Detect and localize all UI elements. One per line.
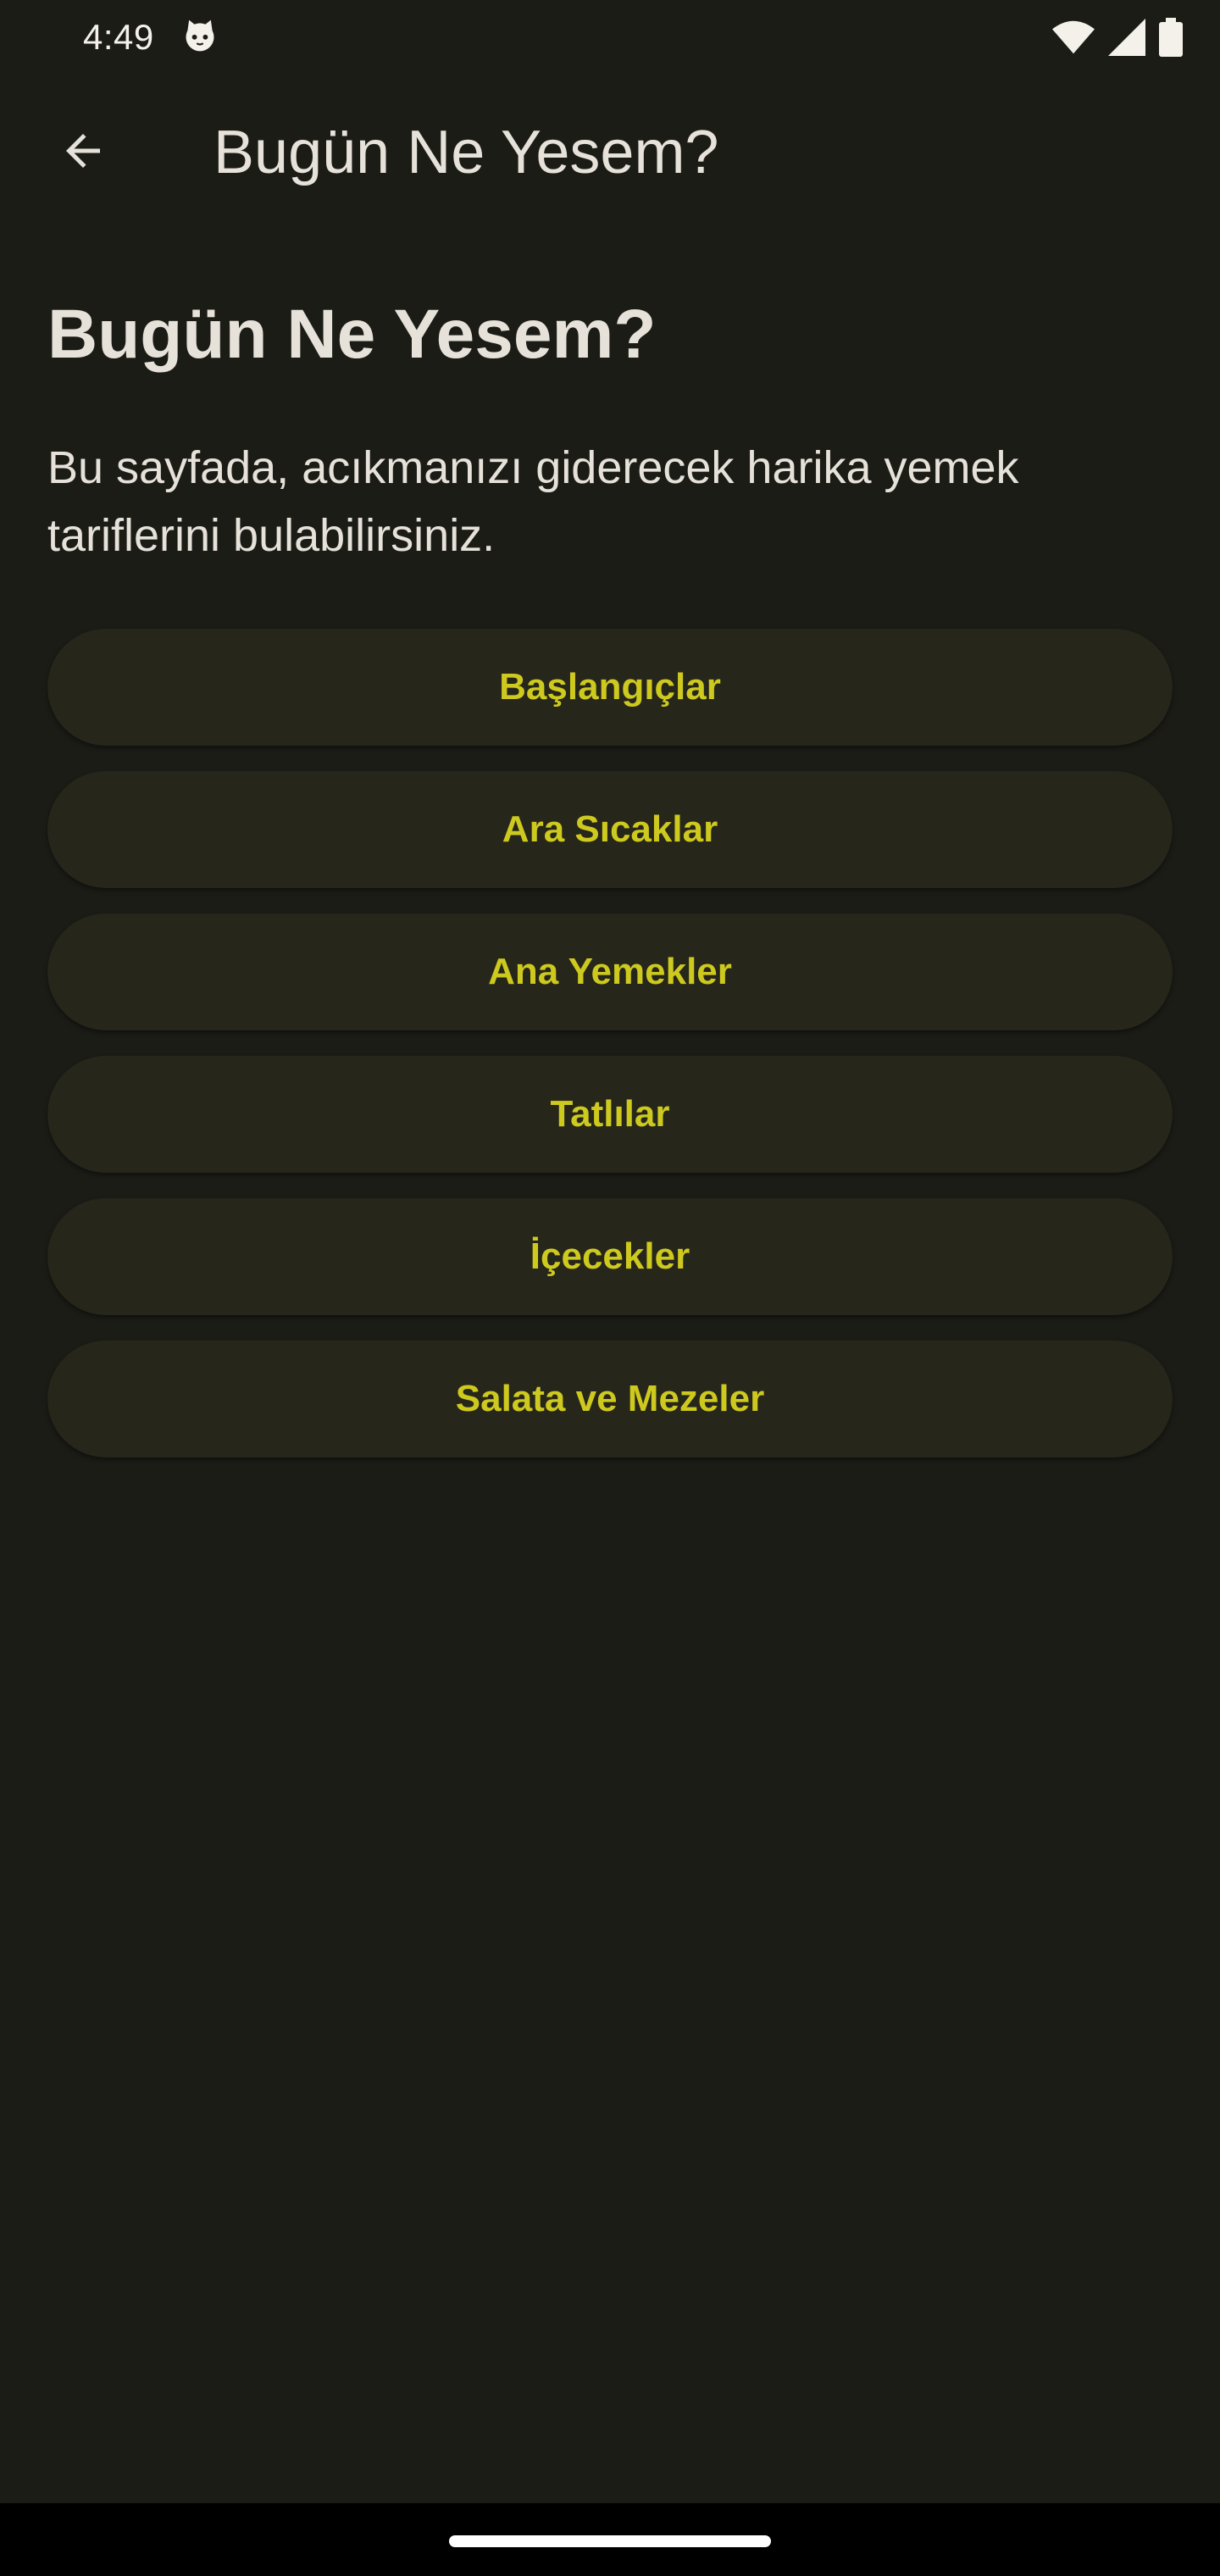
category-button-ara-sicaklar[interactable]: Ara Sıcaklar — [47, 771, 1173, 888]
battery-icon — [1159, 18, 1183, 57]
status-time: 4:49 — [83, 17, 154, 57]
navigation-bar — [0, 2503, 1220, 2576]
category-button-tatlilar[interactable]: Tatlılar — [47, 1056, 1173, 1173]
page-description: Bu sayfada, acıkmanızı giderecek harika … — [47, 442, 1019, 561]
category-button-baslangiclar[interactable]: Başlangıçlar — [47, 629, 1173, 746]
cat-notification-icon — [181, 17, 219, 58]
wifi-icon — [1052, 20, 1095, 54]
category-button-salata-ve-mezeler[interactable]: Salata ve Mezeler — [47, 1341, 1173, 1457]
app-bar-title: Bugün Ne Yesem? — [214, 119, 719, 186]
status-left: 4:49 — [83, 17, 219, 58]
category-list: Başlangıçlar Ara Sıcaklar Ana Yemekler T… — [47, 629, 1173, 1457]
home-gesture-handle[interactable] — [449, 2535, 771, 2547]
page-heading: Bugün Ne Yesem? — [47, 296, 657, 373]
status-bar: 4:49 — [0, 0, 1220, 75]
main-content: Bugün Ne Yesem? Bu sayfada, acıkmanızı g… — [47, 280, 1173, 1457]
status-right — [1052, 18, 1183, 57]
back-button[interactable] — [42, 112, 124, 193]
category-button-icecekler[interactable]: İçecekler — [47, 1198, 1173, 1315]
arrow-back-icon — [58, 125, 108, 180]
screen: 4:49 Bugün Ne Yesem? Bugün Ne Yesem? Bu … — [0, 0, 1220, 2576]
app-bar: Bugün Ne Yesem? — [0, 85, 1220, 220]
cellular-signal-icon — [1108, 19, 1145, 56]
category-button-ana-yemekler[interactable]: Ana Yemekler — [47, 913, 1173, 1030]
